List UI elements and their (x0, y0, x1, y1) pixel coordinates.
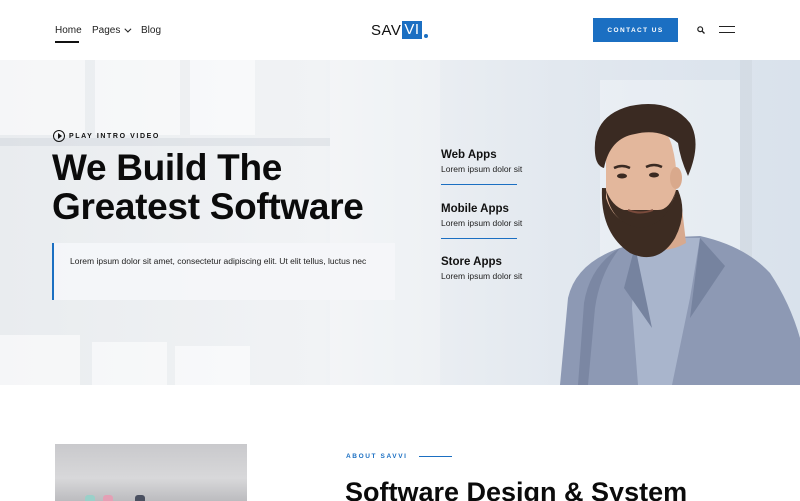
nav-pages-label: Pages (92, 25, 121, 36)
nav-home-link[interactable]: Home (55, 25, 82, 43)
background-window (0, 335, 80, 385)
background-window (95, 60, 180, 135)
background-window (0, 60, 85, 135)
background-window (190, 60, 255, 135)
decor-object (103, 495, 113, 501)
about-image (55, 444, 247, 501)
play-intro-label: PLAY INTRO VIDEO (69, 132, 160, 140)
site-logo[interactable]: SAV VI (371, 21, 428, 39)
hero-quote: Lorem ipsum dolor sit amet, consectetur … (52, 243, 395, 300)
chevron-down-icon (124, 25, 132, 33)
about-label-line (419, 456, 452, 458)
decor-object (85, 495, 95, 501)
background-window (92, 342, 167, 385)
background-frame (0, 138, 330, 146)
background-window (175, 346, 250, 385)
logo-dot (423, 34, 428, 38)
logo-text-first: SAV (371, 21, 402, 39)
service-divider (441, 184, 517, 186)
hero-title-line-2: Greatest Software (52, 186, 364, 227)
nav-pages-link[interactable]: Pages (92, 25, 132, 36)
hero-person-photo (560, 104, 800, 385)
contact-us-button[interactable]: CONTACT US (593, 18, 678, 42)
nav-blog-link[interactable]: Blog (141, 25, 161, 36)
hero-title: We Build The Greatest Software (52, 148, 412, 226)
decor-object (135, 495, 145, 501)
hamburger-menu-icon[interactable] (719, 26, 735, 34)
hero-section: PLAY INTRO VIDEO We Build The Greatest S… (0, 60, 800, 385)
play-intro-video[interactable]: PLAY INTRO VIDEO (53, 130, 160, 142)
logo-text-highlight: VI (402, 21, 422, 39)
play-icon (53, 130, 65, 142)
search-icon[interactable] (697, 26, 705, 34)
top-navigation: Home Pages Blog SAV VI CONTACT US (0, 0, 800, 60)
hero-title-line-1: We Build The (52, 147, 283, 188)
about-section-title: Software Design & System (345, 477, 688, 501)
about-section-label: ABOUT SAVVI (346, 453, 408, 460)
service-divider (441, 238, 517, 240)
